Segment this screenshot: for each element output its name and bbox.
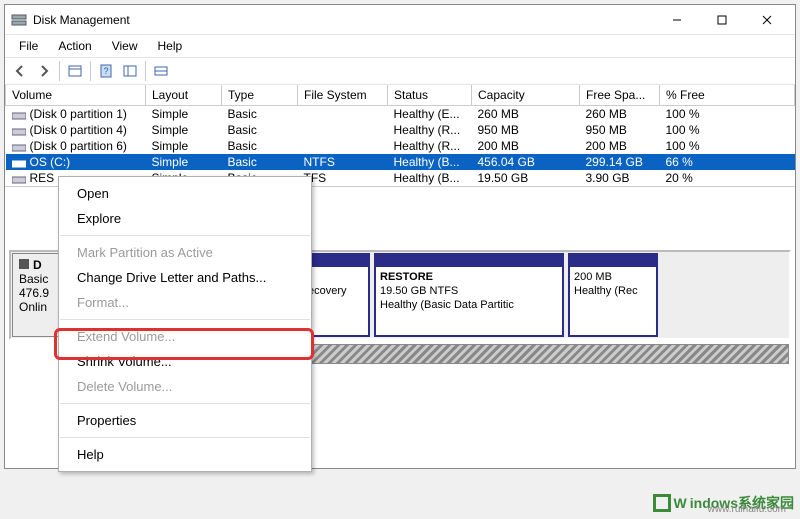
show-hide-button[interactable]	[64, 60, 86, 82]
cell-layout: Simple	[146, 122, 222, 138]
menu-file[interactable]: File	[9, 37, 48, 55]
cell-free: 3.90 GB	[580, 170, 660, 186]
table-row[interactable]: OS (C:)SimpleBasicNTFSHealthy (B...456.0…	[6, 154, 795, 170]
watermark-logo-icon	[653, 494, 671, 512]
cell-pct: 100 %	[660, 122, 795, 138]
cell-volume: (Disk 0 partition 1)	[6, 106, 146, 123]
help-button[interactable]: ?	[95, 60, 117, 82]
cell-fs: NTFS	[298, 154, 388, 170]
col-free[interactable]: Free Spa...	[580, 85, 660, 106]
cell-pct: 100 %	[660, 106, 795, 123]
table-row[interactable]: (Disk 0 partition 6)SimpleBasic Healthy (…	[6, 138, 795, 154]
menu-action[interactable]: Action	[48, 37, 101, 55]
app-icon	[11, 12, 27, 28]
maximize-button[interactable]	[699, 5, 744, 35]
col-layout[interactable]: Layout	[146, 85, 222, 106]
cell-free: 299.14 GB	[580, 154, 660, 170]
partition[interactable]: RESTORE19.50 GB NTFSHealthy (Basic Data …	[374, 253, 564, 337]
cell-fs	[298, 122, 388, 138]
minimize-button[interactable]	[654, 5, 699, 35]
cell-layout: Simple	[146, 106, 222, 123]
toolbar-separator	[90, 61, 91, 81]
cell-status: Healthy (R...	[388, 122, 472, 138]
cm-separator	[60, 403, 310, 404]
watermark: Windows系统家园 www.ruihaifu.com	[653, 493, 794, 513]
col-capacity[interactable]: Capacity	[472, 85, 580, 106]
partition[interactable]: 200 MBHealthy (Rec	[568, 253, 658, 337]
table-row[interactable]: (Disk 0 partition 4)SimpleBasic Healthy (…	[6, 122, 795, 138]
svg-text:?: ?	[103, 66, 108, 76]
cell-pct: 66 %	[660, 154, 795, 170]
volume-table: Volume Layout Type File System Status Ca…	[5, 85, 795, 187]
refresh-button[interactable]	[119, 60, 141, 82]
cell-volume: OS (C:)	[6, 154, 146, 170]
menu-help[interactable]: Help	[148, 37, 193, 55]
cell-free: 950 MB	[580, 122, 660, 138]
cm-separator	[60, 235, 310, 236]
cell-layout: Simple	[146, 154, 222, 170]
cell-fs	[298, 138, 388, 154]
watermark-url: www.ruihaifu.com	[708, 504, 786, 515]
cm-explore[interactable]: Explore	[59, 206, 311, 231]
cell-layout: Simple	[146, 138, 222, 154]
menu-view[interactable]: View	[102, 37, 148, 55]
cell-status: Healthy (R...	[388, 138, 472, 154]
table-row[interactable]: (Disk 0 partition 1)SimpleBasic Healthy (…	[6, 106, 795, 123]
cell-capacity: 200 MB	[472, 138, 580, 154]
window-buttons	[654, 5, 789, 35]
cm-open[interactable]: Open	[59, 181, 311, 206]
table-header-row: Volume Layout Type File System Status Ca…	[6, 85, 795, 106]
cm-help[interactable]: Help	[59, 442, 311, 467]
cm-format: Format...	[59, 290, 311, 315]
cell-pct: 20 %	[660, 170, 795, 186]
toolbar-separator	[59, 61, 60, 81]
cell-type: Basic	[222, 122, 298, 138]
toolbar-separator	[145, 61, 146, 81]
forward-button[interactable]	[33, 60, 55, 82]
col-pct[interactable]: % Free	[660, 85, 795, 106]
cm-change-letter[interactable]: Change Drive Letter and Paths...	[59, 265, 311, 290]
close-button[interactable]	[744, 5, 789, 35]
cell-volume: (Disk 0 partition 4)	[6, 122, 146, 138]
cm-shrink[interactable]: Shrink Volume...	[59, 349, 311, 374]
cell-capacity: 950 MB	[472, 122, 580, 138]
cm-separator	[60, 319, 310, 320]
cell-type: Basic	[222, 154, 298, 170]
col-type[interactable]: Type	[222, 85, 298, 106]
cm-properties[interactable]: Properties	[59, 408, 311, 433]
col-volume[interactable]: Volume	[6, 85, 146, 106]
cm-separator	[60, 437, 310, 438]
cell-capacity: 260 MB	[472, 106, 580, 123]
context-menu: Open Explore Mark Partition as Active Ch…	[58, 176, 312, 472]
cell-status: Healthy (B...	[388, 154, 472, 170]
cell-type: Basic	[222, 138, 298, 154]
col-status[interactable]: Status	[388, 85, 472, 106]
window-title: Disk Management	[33, 13, 654, 27]
cell-capacity: 456.04 GB	[472, 154, 580, 170]
cell-capacity: 19.50 GB	[472, 170, 580, 186]
cell-status: Healthy (E...	[388, 106, 472, 123]
list-button[interactable]	[150, 60, 172, 82]
back-button[interactable]	[9, 60, 31, 82]
cm-extend: Extend Volume...	[59, 324, 311, 349]
cell-fs	[298, 106, 388, 123]
cell-pct: 100 %	[660, 138, 795, 154]
cell-free: 200 MB	[580, 138, 660, 154]
cell-free: 260 MB	[580, 106, 660, 123]
cm-delete: Delete Volume...	[59, 374, 311, 399]
cell-type: Basic	[222, 106, 298, 123]
cell-volume: (Disk 0 partition 6)	[6, 138, 146, 154]
menubar: File Action View Help	[5, 35, 795, 57]
cm-mark-active: Mark Partition as Active	[59, 240, 311, 265]
toolbar: ?	[5, 57, 795, 85]
titlebar: Disk Management	[5, 5, 795, 35]
col-filesystem[interactable]: File System	[298, 85, 388, 106]
cell-status: Healthy (B...	[388, 170, 472, 186]
